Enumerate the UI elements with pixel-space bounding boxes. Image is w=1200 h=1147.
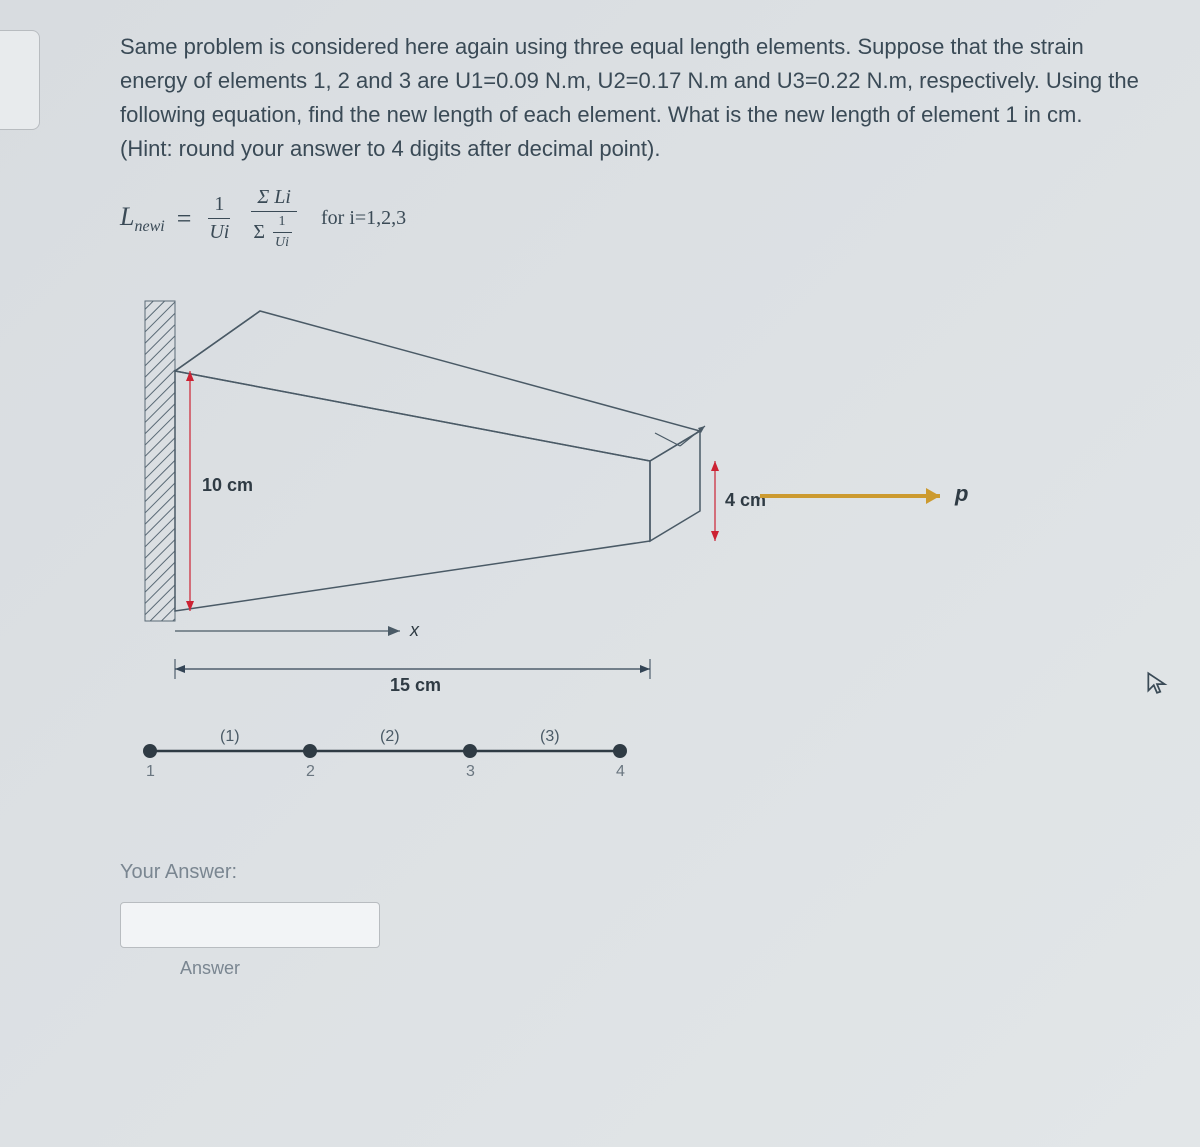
cursor-icon <box>1144 670 1170 703</box>
element-model: 1 2 3 4 (1) (2) (3) <box>143 728 627 780</box>
node-4: 4 <box>616 763 625 780</box>
element-2: (2) <box>380 728 400 745</box>
formula-for: for i=1,2,3 <box>321 207 406 230</box>
diagram-svg: 10 cm 4 cm p x 15 cm <box>140 291 1040 811</box>
element-1: (1) <box>220 728 240 745</box>
question-page: Same problem is considered here again us… <box>0 0 1200 1009</box>
dim-right-height: 4 cm <box>725 490 766 510</box>
load-label: p <box>954 481 968 506</box>
node-1: 1 <box>146 763 155 780</box>
formula-display: Lnewi = 1 Ui Σ Li Σ 1 Ui for i=1,2,3 <box>120 186 1140 251</box>
formula-equals: = <box>177 204 192 234</box>
node-3: 3 <box>466 763 475 780</box>
formula-frac-2: Σ Li Σ 1 Ui <box>247 186 301 251</box>
x-axis-label: x <box>409 620 420 640</box>
diagram: 10 cm 4 cm p x 15 cm <box>140 291 1140 811</box>
answer-section: Your Answer: Answer <box>120 861 1140 979</box>
your-answer-label: Your Answer: <box>120 861 1140 884</box>
problem-statement: Same problem is considered here again us… <box>120 30 1140 166</box>
formula-lhs: Lnewi <box>120 202 165 236</box>
node-2: 2 <box>306 763 315 780</box>
dim-length: 15 cm <box>390 675 441 695</box>
answer-input[interactable] <box>120 902 380 948</box>
element-3: (3) <box>540 728 560 745</box>
dim-left-height: 10 cm <box>202 475 253 495</box>
answer-sublabel: Answer <box>180 958 1140 979</box>
formula-frac-1: 1 Ui <box>203 193 235 244</box>
